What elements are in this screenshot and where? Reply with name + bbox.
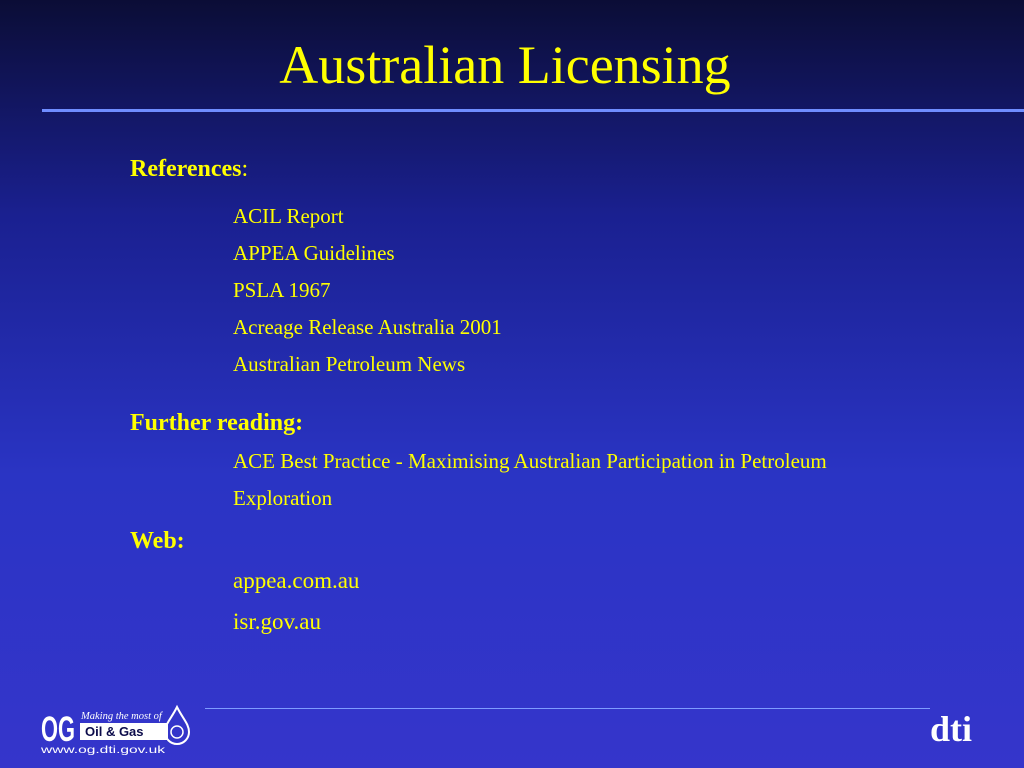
further-reading-item: Exploration <box>233 486 333 510</box>
oil-drop-inner-icon <box>170 725 184 739</box>
reference-item: APPEA Guidelines <box>233 241 395 265</box>
web-heading: Web: <box>130 528 185 554</box>
web-link[interactable]: isr.gov.au <box>233 609 321 635</box>
og-logo-url: www.og.dti.gov.uk <box>40 745 167 755</box>
og-logo-name: Oil & Gas <box>85 724 144 739</box>
further-reading-item: ACE Best Practice - Maximising Australia… <box>233 449 827 473</box>
og-logo-tagline: Making the most of <box>80 711 164 722</box>
further-reading-heading: Further reading: <box>130 410 304 436</box>
title-underline <box>42 109 1024 112</box>
slide-title: Australian Licensing <box>279 35 731 95</box>
dti-logo: dti <box>930 709 972 748</box>
footer-divider <box>205 708 930 709</box>
reference-item: Australian Petroleum News <box>233 352 466 376</box>
references-heading: References: <box>130 155 248 183</box>
og-logo-letters: OG <box>41 710 75 749</box>
dti-logo-text: dti <box>930 709 972 748</box>
og-oil-gas-logo: OG Making the most of Oil & Gas www.og.d… <box>40 704 191 755</box>
web-link[interactable]: appea.com.au <box>233 568 359 594</box>
reference-item: ACIL Report <box>233 204 344 228</box>
reference-item: PSLA 1967 <box>233 278 331 302</box>
reference-item: Acreage Release Australia 2001 <box>233 315 502 339</box>
references-heading-colon: : <box>241 156 249 182</box>
references-heading-text: References <box>130 156 242 182</box>
